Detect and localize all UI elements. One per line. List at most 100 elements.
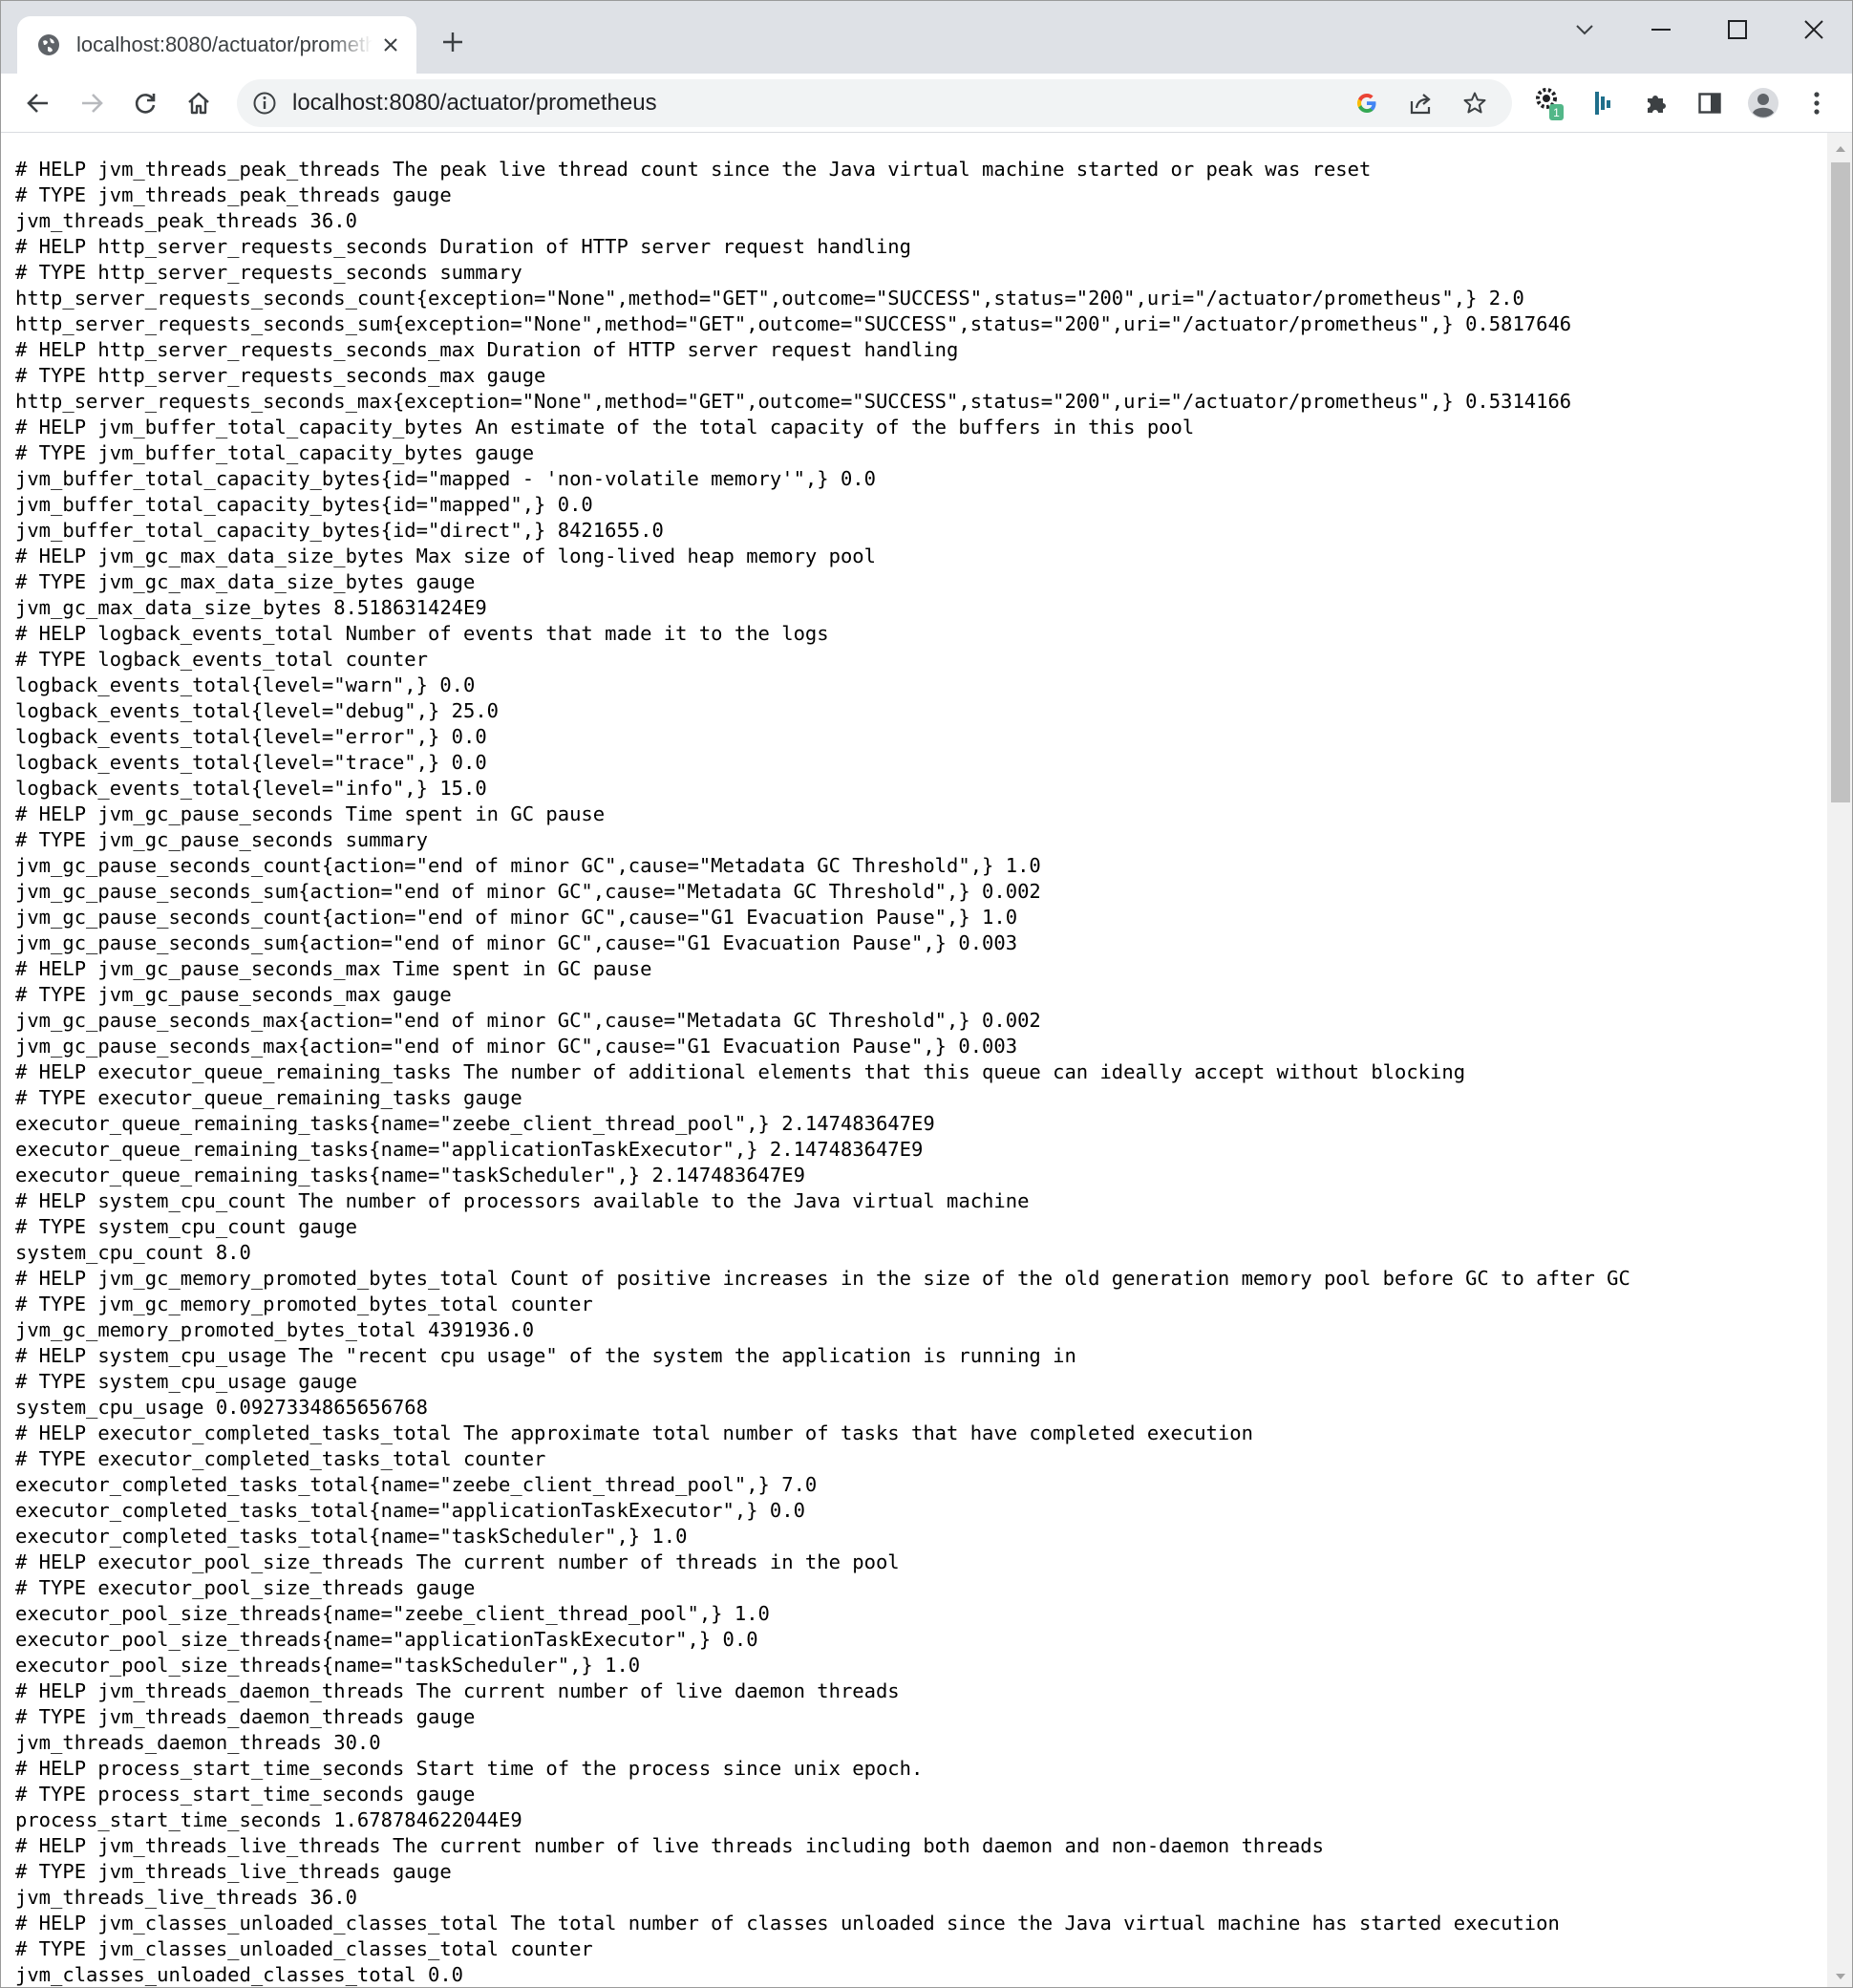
metric-value-line: executor_pool_size_threads{name="zeebe_c… — [15, 1602, 770, 1625]
chevron-down-icon[interactable] — [1556, 11, 1613, 49]
kebab-menu-icon[interactable] — [1799, 85, 1835, 121]
metric-value-line: jvm_gc_max_data_size_bytes 8.518631424E9 — [15, 596, 487, 619]
metric-comment-line: # HELP executor_completed_tasks_total Th… — [15, 1422, 1253, 1444]
metric-value-line: jvm_gc_pause_seconds_sum{action="end of … — [15, 880, 1041, 903]
back-arrow-icon[interactable] — [20, 85, 56, 121]
google-icon[interactable] — [1352, 89, 1381, 118]
metric-value-line: executor_queue_remaining_tasks{name="app… — [15, 1138, 924, 1161]
puzzle-icon[interactable] — [1638, 85, 1674, 121]
metric-value-line: logback_events_total{level="error",} 0.0 — [15, 725, 487, 748]
metric-value-line: executor_completed_tasks_total{name="tas… — [15, 1525, 688, 1548]
info-icon[interactable] — [252, 91, 277, 116]
globe-icon — [36, 32, 61, 57]
metric-value-line: jvm_gc_pause_seconds_max{action="end of … — [15, 1035, 1018, 1058]
metric-comment-line: # TYPE logback_events_total counter — [15, 648, 428, 671]
metric-value-line: logback_events_total{level="info",} 15.0 — [15, 777, 487, 800]
metric-value-line: executor_pool_size_threads{name="taskSch… — [15, 1654, 641, 1677]
metric-comment-line: # TYPE jvm_threads_peak_threads gauge — [15, 183, 452, 206]
maximize-icon[interactable] — [1709, 11, 1766, 49]
bars-extension-icon[interactable] — [1585, 85, 1621, 121]
extension-badge: 1 — [1553, 106, 1560, 119]
profile-icon[interactable] — [1745, 85, 1781, 121]
scroll-thumb[interactable] — [1831, 162, 1850, 802]
extension-gear-icon[interactable]: 1 — [1531, 85, 1567, 121]
metric-value-line: jvm_buffer_total_capacity_bytes{id="dire… — [15, 519, 664, 542]
browser-window: localhost:8080/actuator/prometheus — [0, 0, 1853, 1988]
metric-comment-line: # TYPE jvm_buffer_total_capacity_bytes g… — [15, 441, 535, 464]
metric-comment-line: # HELP executor_pool_size_threads The cu… — [15, 1550, 900, 1573]
metric-value-line: system_cpu_count 8.0 — [15, 1241, 251, 1264]
metric-comment-line: # TYPE executor_completed_tasks_total co… — [15, 1447, 546, 1470]
metric-value-line: jvm_gc_memory_promoted_bytes_total 43919… — [15, 1318, 535, 1341]
metric-comment-line: # HELP system_cpu_count The number of pr… — [15, 1189, 1030, 1212]
metrics-text: # HELP jvm_threads_peak_threads The peak… — [15, 157, 1630, 1987]
scroll-down-arrow-icon[interactable] — [1836, 1974, 1845, 1979]
forward-arrow-icon[interactable] — [74, 85, 110, 121]
close-icon[interactable] — [378, 32, 403, 57]
metric-comment-line: # HELP jvm_gc_pause_seconds Time spent i… — [15, 802, 606, 825]
metric-comment-line: # HELP process_start_time_seconds Start … — [15, 1757, 924, 1780]
window-close-icon[interactable] — [1785, 11, 1842, 49]
vertical-scrollbar[interactable] — [1827, 133, 1852, 1987]
minimize-icon[interactable] — [1632, 11, 1690, 49]
metric-comment-line: # TYPE jvm_threads_live_threads gauge — [15, 1860, 452, 1883]
metric-comment-line: # TYPE process_start_time_seconds gauge — [15, 1783, 476, 1806]
home-icon[interactable] — [181, 85, 217, 121]
metric-value-line: jvm_gc_pause_seconds_sum{action="end of … — [15, 931, 1018, 954]
plus-icon[interactable] — [438, 28, 467, 56]
metric-value-line: executor_queue_remaining_tasks{name="zee… — [15, 1112, 935, 1135]
metric-value-line: jvm_buffer_total_capacity_bytes{id="mapp… — [15, 467, 876, 490]
metric-comment-line: # HELP logback_events_total Number of ev… — [15, 622, 829, 645]
metric-comment-line: # HELP jvm_classes_unloaded_classes_tota… — [15, 1912, 1560, 1935]
metric-comment-line: # TYPE jvm_gc_memory_promoted_bytes_tota… — [15, 1293, 593, 1315]
metric-value-line: jvm_threads_peak_threads 36.0 — [15, 209, 357, 232]
metric-value-line: executor_queue_remaining_tasks{name="tas… — [15, 1164, 805, 1186]
metric-comment-line: # HELP jvm_gc_max_data_size_bytes Max si… — [15, 545, 876, 567]
address-bar[interactable]: localhost:8080/actuator/prometheus — [237, 79, 1512, 127]
metric-value-line: http_server_requests_seconds_count{excep… — [15, 287, 1524, 310]
star-icon[interactable] — [1460, 89, 1489, 118]
metric-value-line: logback_events_total{level="debug",} 25.… — [15, 699, 500, 722]
metric-comment-line: # TYPE jvm_gc_pause_seconds_max gauge — [15, 983, 452, 1006]
metric-comment-line: # TYPE http_server_requests_seconds summ… — [15, 261, 522, 284]
metric-comment-line: # TYPE jvm_gc_pause_seconds summary — [15, 828, 428, 851]
metric-value-line: http_server_requests_seconds_sum{excepti… — [15, 312, 1572, 335]
browser-toolbar: localhost:8080/actuator/prometheus 1 — [1, 74, 1852, 133]
metric-value-line: http_server_requests_seconds_max{excepti… — [15, 390, 1572, 413]
tab-active[interactable]: localhost:8080/actuator/prometheus — [17, 16, 416, 74]
share-icon[interactable] — [1407, 89, 1436, 118]
tab-strip: localhost:8080/actuator/prometheus — [1, 1, 1852, 74]
metric-value-line: system_cpu_usage 0.0927334865656768 — [15, 1396, 428, 1419]
metric-comment-line: # HELP executor_queue_remaining_tasks Th… — [15, 1060, 1466, 1083]
side-panel-icon[interactable] — [1692, 85, 1728, 121]
metric-value-line: jvm_classes_unloaded_classes_total 0.0 — [15, 1963, 463, 1986]
metric-comment-line: # HELP jvm_gc_pause_seconds_max Time spe… — [15, 957, 652, 980]
metric-comment-line: # HELP jvm_threads_daemon_threads The cu… — [15, 1679, 900, 1702]
metric-comment-line: # HELP jvm_buffer_total_capacity_bytes A… — [15, 416, 1195, 438]
metric-value-line: jvm_threads_daemon_threads 30.0 — [15, 1731, 381, 1754]
tab-title: localhost:8080/actuator/prometheus — [76, 32, 373, 56]
metric-comment-line: # TYPE executor_queue_remaining_tasks ga… — [15, 1086, 522, 1109]
page-content: # HELP jvm_threads_peak_threads The peak… — [1, 133, 1827, 1987]
metric-comment-line: # TYPE jvm_threads_daemon_threads gauge — [15, 1705, 476, 1728]
url-text: localhost:8080/actuator/prometheus — [292, 90, 657, 116]
scroll-up-arrow-icon[interactable] — [1836, 146, 1845, 152]
metric-comment-line: # TYPE system_cpu_count gauge — [15, 1215, 357, 1238]
metric-comment-line: # HELP http_server_requests_seconds_max … — [15, 338, 959, 361]
metric-comment-line: # HELP system_cpu_usage The "recent cpu … — [15, 1344, 1076, 1367]
metric-value-line: jvm_gc_pause_seconds_count{action="end o… — [15, 854, 1041, 877]
metric-comment-line: # TYPE jvm_classes_unloaded_classes_tota… — [15, 1937, 593, 1960]
metric-value-line: executor_pool_size_threads{name="applica… — [15, 1628, 758, 1651]
metric-value-line: jvm_gc_pause_seconds_max{action="end of … — [15, 1009, 1041, 1032]
metric-comment-line: # HELP jvm_threads_peak_threads The peak… — [15, 158, 1372, 181]
reload-icon[interactable] — [127, 85, 163, 121]
metric-comment-line: # HELP http_server_requests_seconds Dura… — [15, 235, 911, 258]
metric-comment-line: # TYPE jvm_gc_max_data_size_bytes gauge — [15, 570, 476, 593]
metric-value-line: logback_events_total{level="trace",} 0.0 — [15, 751, 487, 774]
metric-value-line: process_start_time_seconds 1.67878462204… — [15, 1808, 522, 1831]
metric-comment-line: # HELP jvm_threads_live_threads The curr… — [15, 1834, 1324, 1857]
metric-value-line: executor_completed_tasks_total{name="zee… — [15, 1473, 818, 1496]
metric-value-line: jvm_buffer_total_capacity_bytes{id="mapp… — [15, 493, 593, 516]
metric-comment-line: # TYPE system_cpu_usage gauge — [15, 1370, 357, 1393]
metric-comment-line: # HELP jvm_gc_memory_promoted_bytes_tota… — [15, 1267, 1630, 1290]
